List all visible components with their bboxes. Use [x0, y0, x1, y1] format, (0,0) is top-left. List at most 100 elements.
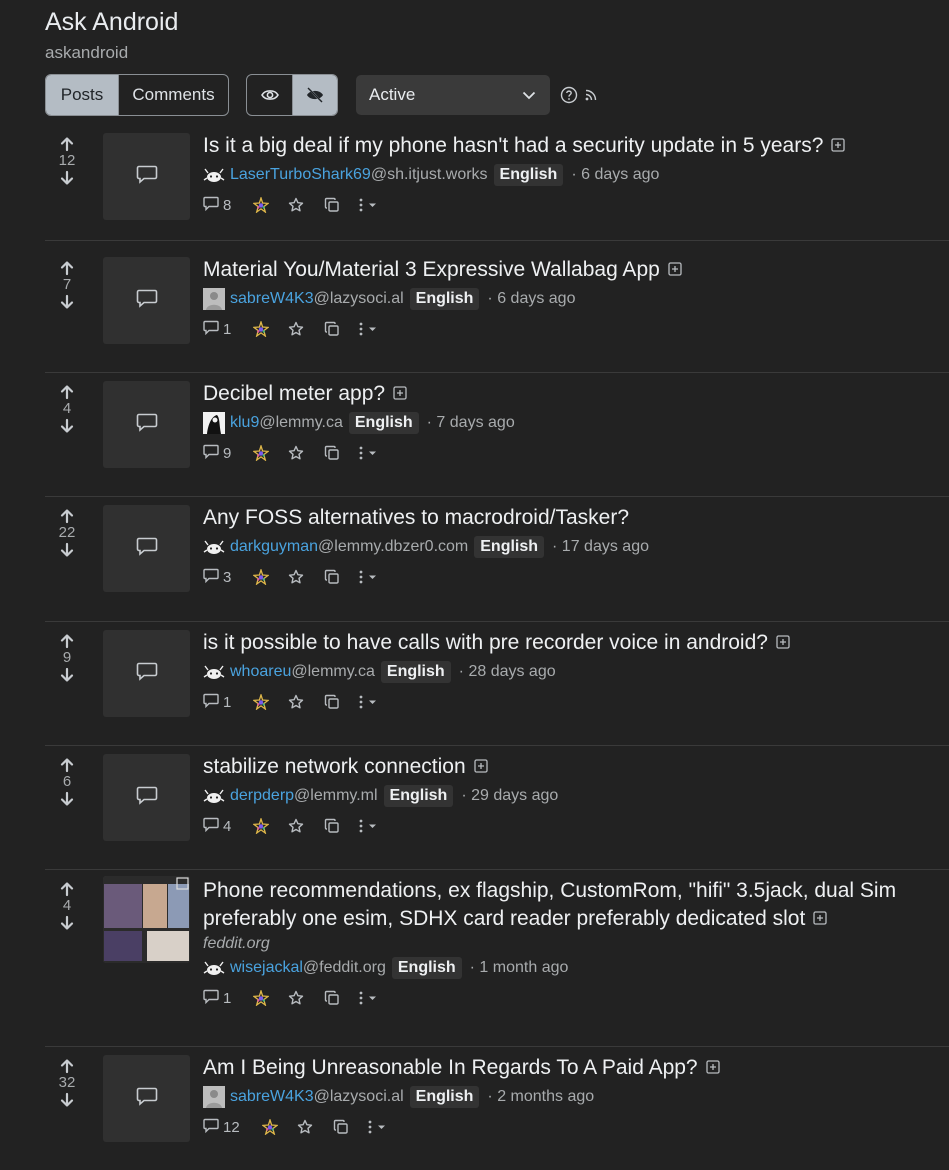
comments-link[interactable]: 1 [203, 989, 231, 1008]
comments-link[interactable]: 12 [203, 1118, 240, 1137]
post-author[interactable]: sabreW4K3 [230, 290, 314, 308]
comments-link[interactable]: 9 [203, 444, 231, 463]
upvote-icon[interactable] [55, 633, 79, 649]
post-title[interactable]: Any FOSS alternatives to macrodroid/Task… [203, 506, 629, 529]
post-author[interactable]: derpderp [230, 787, 294, 805]
avatar[interactable] [203, 288, 225, 311]
avatar[interactable] [203, 785, 225, 807]
avatar[interactable] [203, 412, 225, 435]
post-author[interactable]: darkguyman [230, 538, 318, 556]
crosspost-icon[interactable] [253, 197, 270, 214]
upvote-icon[interactable] [55, 136, 79, 152]
post-thumbnail[interactable] [103, 1055, 190, 1142]
more-options-icon[interactable] [366, 1119, 388, 1135]
post-title[interactable]: Am I Being Unreasonable In Regards To A … [203, 1056, 698, 1079]
copy-icon[interactable] [324, 445, 340, 461]
post-title[interactable]: is it possible to have calls with pre re… [203, 631, 768, 654]
post-author-instance[interactable]: @lemmy.ca [291, 663, 375, 681]
tab-posts[interactable]: Posts [46, 75, 118, 115]
eye-slash-icon[interactable] [292, 75, 337, 115]
star-icon[interactable] [288, 321, 304, 337]
downvote-icon[interactable] [55, 667, 79, 683]
post-thumbnail[interactable] [103, 257, 190, 344]
post-author-instance[interactable]: @lemmy.ca [259, 414, 343, 432]
post-author-instance[interactable]: @lemmy.ml [294, 787, 378, 805]
comments-link[interactable]: 1 [203, 320, 231, 339]
crosspost-icon[interactable] [253, 445, 270, 462]
post-domain[interactable]: feddit.org [203, 935, 929, 953]
post-thumbnail[interactable] [103, 133, 190, 220]
post-title[interactable]: Decibel meter app? [203, 382, 385, 405]
post-author-instance[interactable]: @sh.itjust.works [371, 166, 488, 184]
post-title[interactable]: stabilize network connection [203, 755, 466, 778]
downvote-icon[interactable] [55, 418, 79, 434]
upvote-icon[interactable] [55, 1058, 79, 1074]
copy-icon[interactable] [324, 197, 340, 213]
more-options-icon[interactable] [357, 818, 379, 834]
avatar[interactable] [203, 661, 225, 683]
avatar[interactable] [203, 1086, 225, 1109]
copy-icon[interactable] [324, 569, 340, 585]
downvote-icon[interactable] [55, 294, 79, 310]
copy-icon[interactable] [324, 321, 340, 337]
post-author-instance[interactable]: @lazysoci.al [314, 290, 404, 308]
avatar[interactable] [203, 164, 225, 186]
expand-icon[interactable] [393, 380, 407, 408]
post-thumbnail-image[interactable] [103, 876, 190, 963]
tab-comments[interactable]: Comments [118, 75, 228, 115]
comments-link[interactable]: 4 [203, 817, 231, 836]
comments-link[interactable]: 1 [203, 693, 231, 712]
star-icon[interactable] [288, 694, 304, 710]
star-icon[interactable] [288, 569, 304, 585]
downvote-icon[interactable] [55, 791, 79, 807]
star-icon[interactable] [288, 990, 304, 1006]
avatar[interactable] [203, 957, 225, 979]
copy-icon[interactable] [324, 990, 340, 1006]
post-author-instance[interactable]: @lazysoci.al [314, 1088, 404, 1106]
post-author[interactable]: sabreW4K3 [230, 1088, 314, 1106]
expand-icon[interactable] [813, 905, 827, 933]
copy-icon[interactable] [333, 1119, 349, 1135]
help-icon[interactable] [560, 86, 578, 104]
eye-icon[interactable] [247, 75, 292, 115]
upvote-icon[interactable] [55, 384, 79, 400]
upvote-icon[interactable] [55, 881, 79, 897]
expand-icon[interactable] [668, 256, 682, 284]
post-author-instance[interactable]: @feddit.org [303, 959, 386, 977]
more-options-icon[interactable] [357, 321, 379, 337]
star-icon[interactable] [288, 197, 304, 213]
avatar[interactable] [203, 536, 225, 558]
crosspost-icon[interactable] [253, 569, 270, 585]
post-title[interactable]: Is it a big deal if my phone hasn't had … [203, 134, 823, 157]
crosspost-icon[interactable] [253, 818, 270, 835]
downvote-icon[interactable] [55, 170, 79, 186]
star-icon[interactable] [288, 445, 304, 461]
upvote-icon[interactable] [55, 508, 79, 524]
downvote-icon[interactable] [55, 542, 79, 558]
post-thumbnail[interactable] [103, 381, 190, 468]
crosspost-icon[interactable] [253, 321, 270, 338]
more-options-icon[interactable] [357, 694, 379, 710]
rss-icon[interactable] [584, 88, 598, 102]
crosspost-icon[interactable] [253, 694, 270, 711]
more-options-icon[interactable] [357, 197, 379, 213]
expand-icon[interactable] [776, 629, 790, 657]
more-options-icon[interactable] [357, 990, 379, 1006]
crosspost-icon[interactable] [261, 1119, 278, 1136]
copy-icon[interactable] [324, 694, 340, 710]
comments-link[interactable]: 3 [203, 568, 231, 587]
post-title[interactable]: Material You/Material 3 Expressive Walla… [203, 258, 660, 281]
post-author[interactable]: whoareu [230, 663, 291, 681]
post-author-instance[interactable]: @lemmy.dbzer0.com [318, 538, 468, 556]
copy-icon[interactable] [324, 818, 340, 834]
post-thumbnail[interactable] [103, 505, 190, 592]
downvote-icon[interactable] [55, 1092, 79, 1108]
star-icon[interactable] [297, 1119, 313, 1135]
comments-link[interactable]: 8 [203, 196, 231, 215]
star-icon[interactable] [288, 818, 304, 834]
expand-icon[interactable] [705, 1054, 720, 1082]
post-title[interactable]: Phone recommendations, ex flagship, Cust… [203, 879, 896, 930]
upvote-icon[interactable] [55, 260, 79, 276]
more-options-icon[interactable] [357, 445, 379, 461]
more-options-icon[interactable] [357, 569, 379, 585]
